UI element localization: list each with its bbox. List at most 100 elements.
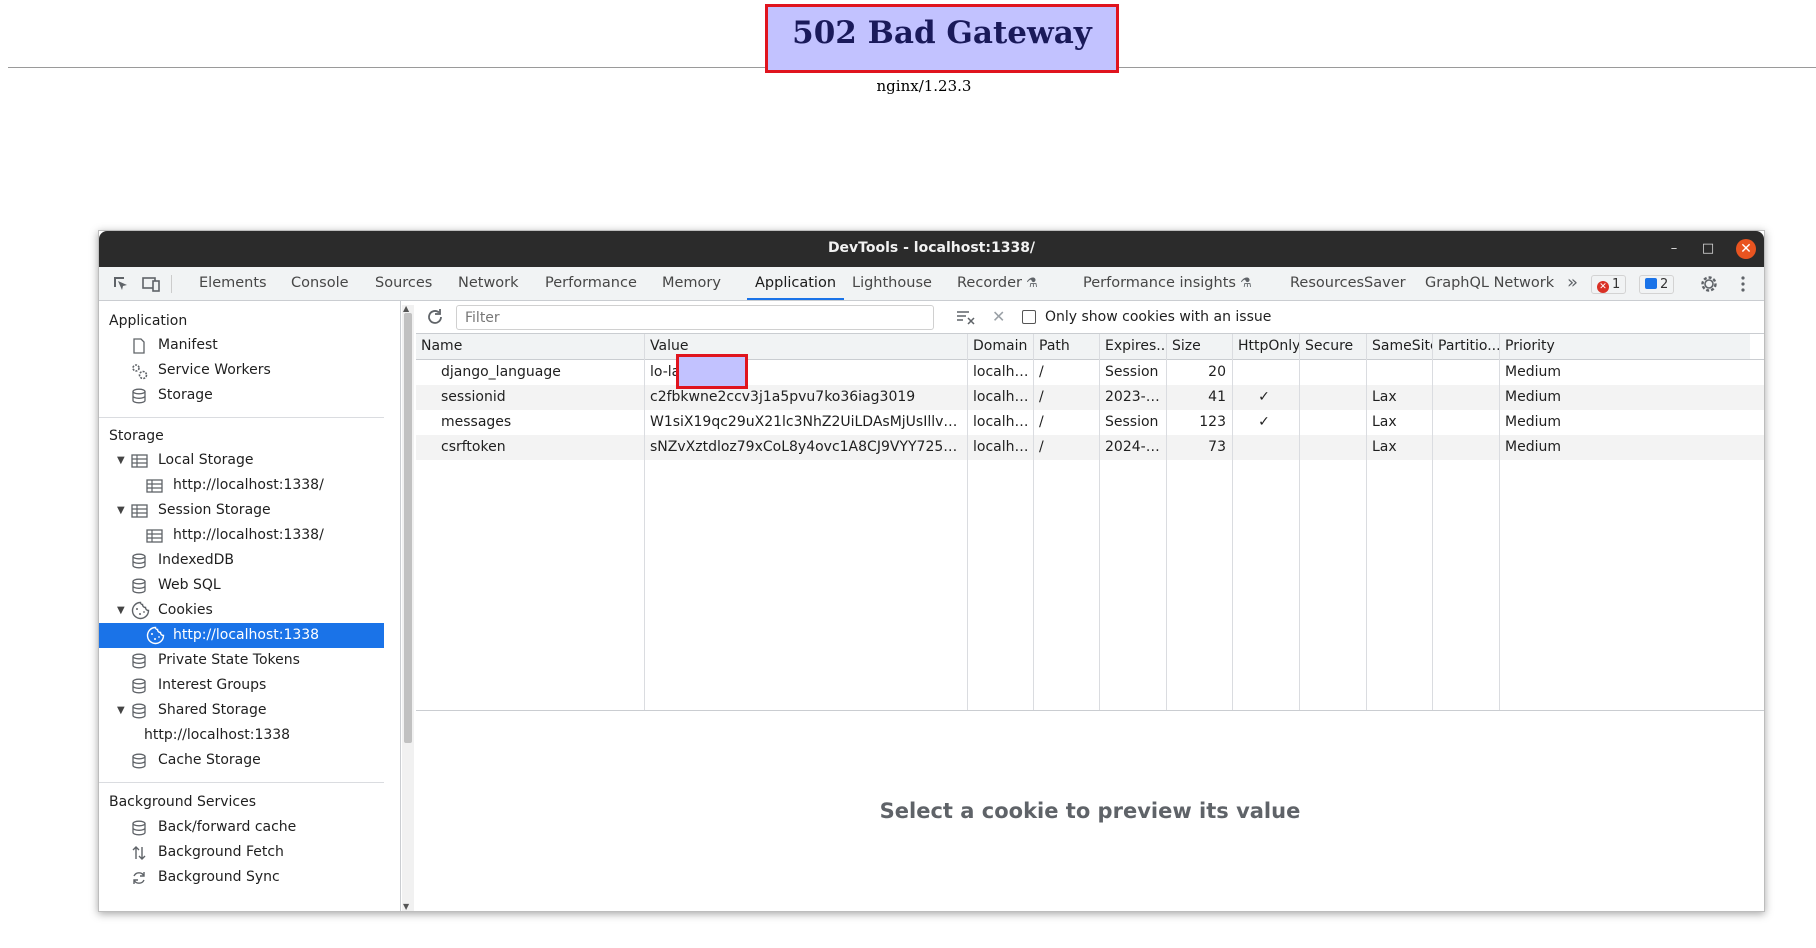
tab-recorder[interactable]: Recorder ⚗	[957, 267, 1038, 300]
cookie-domain: localhost	[973, 439, 1033, 455]
column-header-expires[interactable]: Expires...	[1100, 334, 1166, 359]
database-icon	[131, 678, 147, 694]
table-icon	[131, 503, 148, 519]
tab-elements[interactable]: Elements	[199, 267, 267, 300]
tab-console[interactable]: Console	[291, 267, 349, 300]
close-button[interactable]: ✕	[1736, 239, 1756, 259]
gear-icon[interactable]	[1699, 274, 1719, 294]
sidebar-item-manifest[interactable]: Manifest	[99, 333, 384, 358]
window-titlebar[interactable]: DevTools - localhost:1338/ – □ ✕	[99, 231, 1764, 267]
column-divider[interactable]	[1366, 334, 1367, 710]
filter-input[interactable]	[456, 305, 934, 330]
cookie-preview-placeholder: Select a cookie to preview its value	[879, 799, 1301, 823]
sidebar-item-cookies[interactable]: ▼ Cookies	[99, 598, 384, 623]
sidebar-item-background-sync[interactable]: Background Sync	[99, 865, 384, 890]
section-divider	[99, 417, 384, 418]
devtools-window: DevTools - localhost:1338/ – □ ✕ Element…	[98, 230, 1765, 912]
column-header-samesite[interactable]: SameSite	[1367, 334, 1432, 359]
column-header-httponly[interactable]: HttpOnly	[1233, 334, 1299, 359]
sidebar-item-cache-storage[interactable]: Cache Storage	[99, 748, 384, 773]
column-header-size[interactable]: Size	[1167, 334, 1232, 359]
column-divider[interactable]	[1166, 334, 1167, 710]
device-toolbar-icon[interactable]	[141, 274, 161, 294]
sidebar-item-storage[interactable]: Storage	[99, 383, 384, 408]
sidebar-item-web-sql[interactable]: Web SQL	[99, 573, 384, 598]
cookie-name: messages	[441, 414, 512, 430]
column-header-partition[interactable]: Partitio...	[1433, 334, 1499, 359]
delete-selected-icon[interactable]: ✕	[992, 307, 1005, 326]
tab-network[interactable]: Network	[458, 267, 519, 300]
sidebar-item-session-storage-origin[interactable]: http://localhost:1338/	[99, 523, 384, 548]
sidebar-item-cookies-origin[interactable]: http://localhost:1338	[99, 623, 384, 648]
column-divider[interactable]	[1499, 334, 1500, 710]
sidebar-item-shared-storage[interactable]: ▼ Shared Storage	[99, 698, 384, 723]
kebab-menu-icon[interactable]	[1733, 274, 1753, 294]
expand-triangle-icon[interactable]: ▼	[117, 598, 125, 623]
tab-memory[interactable]: Memory	[662, 267, 721, 300]
column-divider[interactable]	[967, 334, 968, 710]
maximize-button[interactable]: □	[1698, 239, 1718, 259]
inspect-element-icon[interactable]	[111, 274, 131, 294]
expand-triangle-icon[interactable]: ▼	[117, 448, 125, 473]
scroll-down-arrow-icon[interactable]: ▼	[403, 902, 409, 911]
flask-icon: ⚗	[1025, 276, 1038, 291]
column-divider[interactable]	[1099, 334, 1100, 710]
database-icon	[131, 553, 147, 569]
database-icon	[131, 653, 147, 669]
sidebar-item-shared-storage-origin[interactable]: http://localhost:1338	[99, 723, 384, 748]
column-header-name[interactable]: Name	[416, 334, 644, 359]
column-header-value[interactable]: Value	[645, 334, 967, 359]
message-count-badge[interactable]: 2	[1639, 275, 1675, 294]
error-icon: ✕	[1597, 281, 1609, 293]
sidebar-item-indexeddb[interactable]: IndexedDB	[99, 548, 384, 573]
sidebar-item-local-storage-origin[interactable]: http://localhost:1338/	[99, 473, 384, 498]
tab-application[interactable]: Application	[747, 267, 845, 300]
minimize-button[interactable]: –	[1664, 239, 1684, 259]
refresh-icon[interactable]	[426, 308, 444, 326]
cookie-partition	[1433, 435, 1499, 460]
column-header-priority[interactable]: Priority	[1500, 334, 1750, 359]
column-divider[interactable]	[1033, 334, 1034, 710]
error-count-badge[interactable]: ✕ 1	[1591, 275, 1627, 294]
only-issues-checkbox[interactable]	[1022, 310, 1036, 324]
cookie-secure	[1300, 385, 1366, 410]
column-divider[interactable]	[1432, 334, 1433, 710]
tab-graphql-network[interactable]: GraphQL Network	[1425, 267, 1554, 300]
cookie-value: W1siX19qc29uX21lc3NhZ2UiLDAsMjUsIllvdSBo…	[650, 414, 967, 430]
cookies-table: Name Value Domain Path Expires... Size H…	[416, 334, 1764, 711]
tab-performance[interactable]: Performance	[545, 267, 637, 300]
column-divider[interactable]	[1232, 334, 1233, 710]
sidebar-item-label: Manifest	[158, 337, 218, 353]
sidebar-scrollbar[interactable]: ▲ ▼	[402, 304, 414, 911]
sidebar-item-local-storage[interactable]: ▼ Local Storage	[99, 448, 384, 473]
sidebar-item-service-workers[interactable]: Service Workers	[99, 358, 384, 383]
sidebar-item-session-storage[interactable]: ▼ Session Storage	[99, 498, 384, 523]
table-row[interactable]: django_language lo-la localhost / Sessio…	[416, 360, 1764, 385]
column-header-domain[interactable]: Domain	[968, 334, 1033, 359]
sidebar-item-background-fetch[interactable]: Background Fetch	[99, 840, 384, 865]
tab-sources[interactable]: Sources	[375, 267, 432, 300]
column-divider[interactable]	[644, 334, 645, 710]
sidebar-item-label: Session Storage	[158, 502, 271, 518]
clear-all-icon[interactable]	[956, 309, 976, 325]
sidebar-item-back-forward-cache[interactable]: Back/forward cache	[99, 815, 384, 840]
table-row[interactable]: sessionid c2fbkwne2ccv3j1a5pvu7ko36iag30…	[416, 385, 1764, 410]
table-row[interactable]: csrftoken sNZvXztdloz79xCoL8y4ovc1A8CJ9V…	[416, 435, 1764, 460]
more-tabs-icon[interactable]: »	[1567, 267, 1578, 300]
cookie-icon	[146, 626, 165, 645]
sidebar-item-private-state-tokens[interactable]: Private State Tokens	[99, 648, 384, 673]
expand-triangle-icon[interactable]: ▼	[117, 698, 125, 723]
devtools-tabbar: Elements Console Sources Network Perform…	[99, 267, 1764, 301]
scrollbar-thumb[interactable]	[404, 313, 412, 743]
table-row[interactable]: messages W1siX19qc29uX21lc3NhZ2UiLDAsMjU…	[416, 410, 1764, 435]
gears-icon	[131, 363, 148, 380]
tab-lighthouse[interactable]: Lighthouse	[852, 267, 932, 300]
column-header-secure[interactable]: Secure	[1300, 334, 1366, 359]
expand-triangle-icon[interactable]: ▼	[117, 498, 125, 523]
tab-resourcessaver[interactable]: ResourcesSaver	[1290, 267, 1406, 300]
column-divider[interactable]	[1299, 334, 1300, 710]
scroll-up-arrow-icon[interactable]: ▲	[403, 304, 409, 313]
tab-performance-insights[interactable]: Performance insights ⚗	[1083, 267, 1252, 300]
sidebar-item-interest-groups[interactable]: Interest Groups	[99, 673, 384, 698]
column-header-path[interactable]: Path	[1034, 334, 1099, 359]
